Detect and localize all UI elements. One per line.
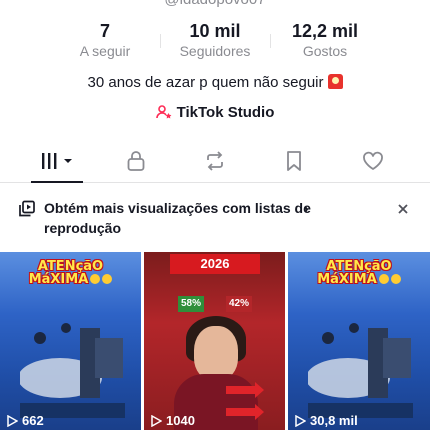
siren-icon [327, 74, 343, 89]
overlay-line2: MáXIMA [28, 272, 89, 287]
video-thumbnail[interactable]: ATENçãO MáXIMA 662 [0, 252, 141, 430]
tab-saved[interactable] [274, 147, 314, 175]
overlay-line2: MáXIMA [317, 272, 377, 287]
tiktok-studio-link[interactable]: TikTok Studio [0, 104, 430, 121]
view-count: 30,8 mil [294, 413, 358, 428]
video-thumbnail[interactable]: 2026 58% 42% 1040 [144, 252, 285, 430]
play-icon [7, 414, 18, 427]
shocked-emoji-icon [390, 274, 401, 284]
arrow-right-icon [226, 404, 264, 420]
stat-following-label: A seguir [79, 43, 131, 59]
stat-followers[interactable]: 10 mil Seguidores [160, 20, 270, 60]
playlist-promo-banner[interactable]: Obtém mais visualizações com listas de r… [0, 196, 430, 240]
bio-text: 30 anos de azar p quem não seguir [87, 74, 324, 91]
shocked-emoji-icon [90, 274, 101, 284]
tiktok-studio-label: TikTok Studio [176, 104, 275, 121]
thumbnail-overlay-text: ATENçãO MáXIMA [0, 260, 141, 286]
tab-videos[interactable] [38, 147, 78, 175]
view-count-value: 30,8 mil [310, 413, 358, 428]
banner-text: Obtém mais visualizações com listas de r… [44, 200, 311, 236]
heart-icon [363, 151, 383, 170]
presenter-face [194, 326, 238, 380]
video-grid: ATENçãO MáXIMA 662 2026 58% 42% 1040 ATE… [0, 252, 430, 430]
shocked-emoji-icon [378, 274, 389, 284]
stat-likes-value: 12,2 mil [291, 21, 359, 41]
bookmark-icon [287, 151, 301, 171]
view-count: 1040 [150, 413, 195, 428]
tab-liked[interactable] [353, 147, 393, 175]
view-count: 662 [6, 413, 44, 428]
view-count-value: 662 [22, 413, 44, 428]
lock-icon [127, 151, 145, 171]
stat-following[interactable]: 7 A seguir [50, 20, 160, 60]
playlist-icon [19, 200, 35, 217]
machine-illustration [308, 323, 413, 418]
stat-followers-label: Seguidores [179, 43, 251, 59]
profile-handle: @idadopovo07 [0, 0, 430, 8]
overlay-line2-wrap: MáXIMA [288, 273, 430, 286]
stat-following-value: 7 [99, 21, 110, 41]
machine-illustration [20, 323, 125, 418]
repost-icon [207, 151, 223, 171]
videos-grid-icon [42, 153, 72, 169]
stat-followers-value: 10 mil [189, 21, 241, 41]
profile-tabs [0, 143, 430, 183]
arrow-right-icon [226, 382, 264, 398]
overlay-line2-wrap: MáXIMA [0, 273, 141, 286]
profile-stats: 7 A seguir 10 mil Seguidores 12,2 mil Go… [0, 20, 430, 62]
video-thumbnail[interactable]: ATENçãO MáXIMA 30,8 mil [288, 252, 430, 430]
stat-likes-label: Gostos [302, 43, 348, 59]
shocked-emoji-icon [102, 274, 113, 284]
play-icon [295, 414, 306, 427]
view-count-value: 1040 [166, 413, 195, 428]
profile-bio: 30 anos de azar p quem não seguir [0, 74, 430, 91]
tab-private[interactable] [116, 147, 156, 175]
poll-percent-right: 42% [226, 296, 252, 312]
close-icon[interactable] [396, 202, 410, 216]
poll-percent-left: 58% [178, 296, 204, 312]
creator-star-icon [155, 105, 172, 119]
active-tab-indicator [31, 181, 83, 183]
chevron-right-icon: › [304, 200, 309, 216]
tab-reposts[interactable] [195, 147, 235, 175]
play-icon [151, 414, 162, 427]
stat-likes[interactable]: 12,2 mil Gostos [270, 20, 380, 60]
thumbnail-year-label: 2026 [170, 254, 260, 274]
thumbnail-overlay-text: ATENçãO MáXIMA [288, 260, 430, 286]
